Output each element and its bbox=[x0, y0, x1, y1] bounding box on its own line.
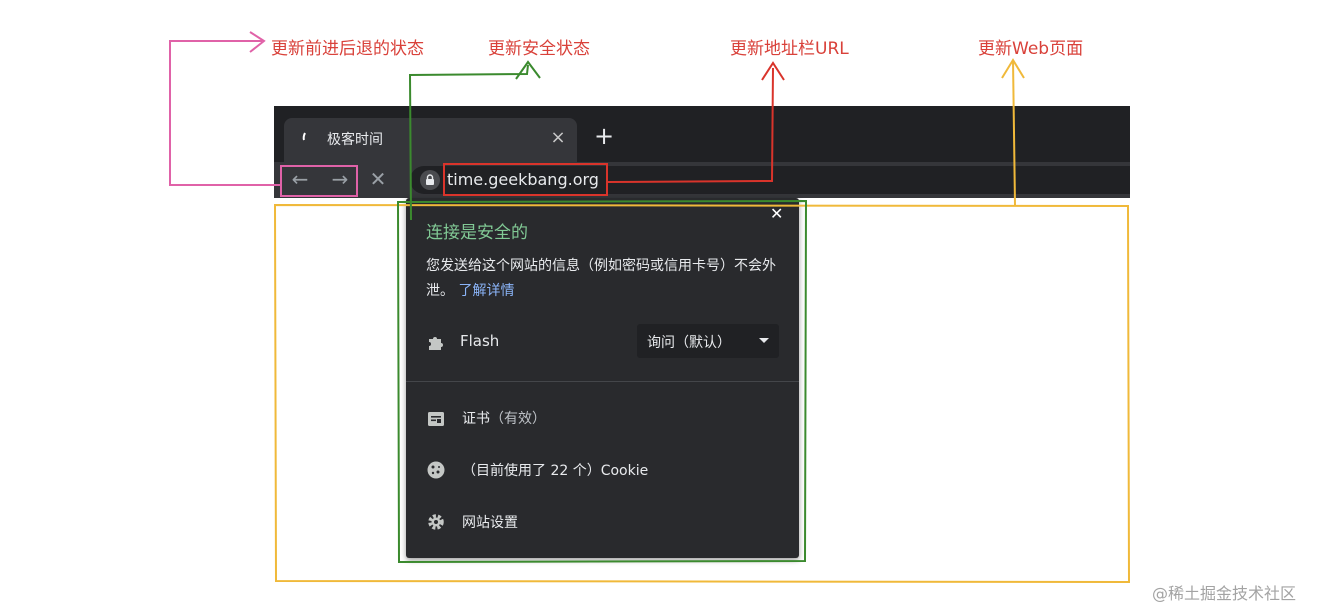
watermark: @稀土掘金技术社区 bbox=[1152, 584, 1297, 603]
nav-buttons-highlight bbox=[169, 31, 358, 197]
web-page-highlight bbox=[273, 58, 1131, 584]
annotation-overlay bbox=[169, 31, 1131, 584]
security-popup-highlight bbox=[396, 60, 808, 564]
url-highlight bbox=[443, 61, 785, 196]
